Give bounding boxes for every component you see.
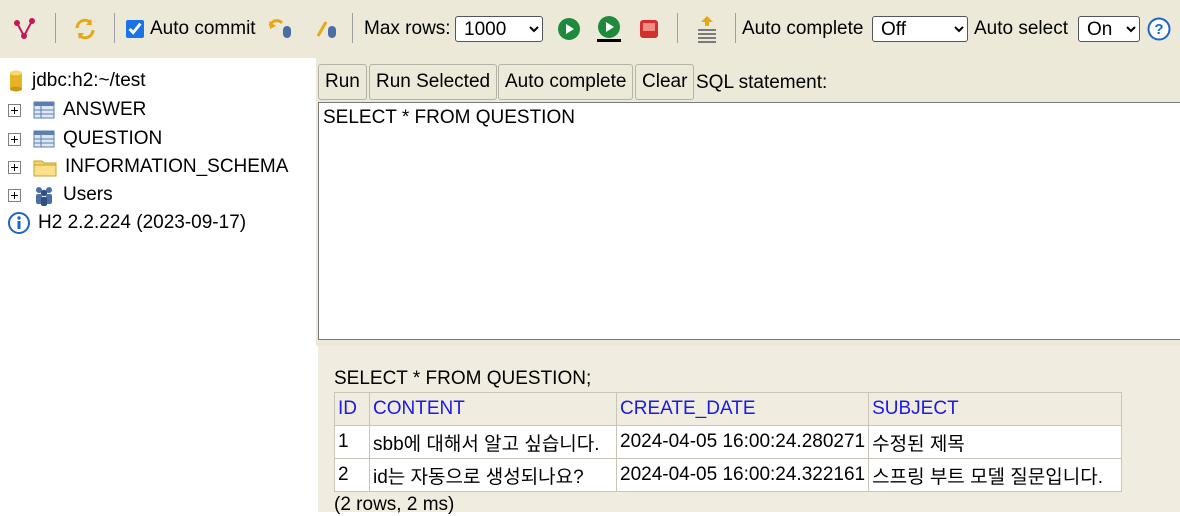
toolbar-separator [677, 13, 678, 43]
auto-complete-select[interactable]: Off [872, 16, 968, 42]
clear-button[interactable]: Clear [635, 64, 695, 100]
rollback-icon[interactable] [266, 0, 294, 58]
database-icon [8, 69, 24, 93]
toolbar: Auto commit Max rows: 1000 Auto complete… [0, 0, 1180, 58]
cell-subject: 수정된 제목 [868, 425, 1123, 459]
cell-create-date: 2024-04-05 16:00:24.322161 [615, 458, 870, 492]
column-header-id[interactable]: ID [334, 392, 370, 426]
expand-icon[interactable] [8, 132, 21, 146]
cell-content: id는 자동으로 생성되나요? [369, 458, 617, 492]
max-rows-select[interactable]: 1000 [455, 16, 543, 42]
commit-icon[interactable] [314, 0, 340, 58]
cell-id: 2 [334, 458, 370, 492]
tree-version: H2 2.2.224 (2023-09-17) [8, 210, 246, 236]
column-header-subject[interactable]: SUBJECT [868, 392, 1123, 426]
connection-label: jdbc:h2:~/test [32, 70, 146, 91]
tree-item-label: QUESTION [63, 128, 163, 149]
toolbar-separator [352, 13, 353, 43]
tree-item-answer[interactable]: ANSWER [8, 97, 146, 123]
table-icon [33, 130, 55, 148]
run-button[interactable]: Run [318, 64, 367, 100]
tree-connection[interactable]: jdbc:h2:~/test [8, 68, 146, 94]
version-label: H2 2.2.224 (2023-09-17) [38, 212, 247, 233]
tree-item-label: ANSWER [63, 99, 147, 120]
auto-select-select[interactable]: On [1078, 16, 1140, 42]
cell-create-date: 2024-04-05 16:00:24.280271 [615, 425, 870, 459]
disconnect-icon[interactable] [12, 0, 38, 58]
run-icon[interactable] [557, 0, 581, 58]
run-selected-icon[interactable] [595, 0, 623, 58]
result-table: ID CONTENT CREATE_DATE SUBJECT 1 sbb에 대해… [334, 392, 1123, 492]
stop-icon[interactable] [638, 0, 660, 58]
tree-item-users[interactable]: Users [8, 182, 113, 208]
refresh-icon[interactable] [72, 0, 98, 58]
column-header-content[interactable]: CONTENT [369, 392, 617, 426]
auto-commit-toggle[interactable]: Auto commit [126, 0, 256, 58]
info-icon [8, 212, 30, 234]
sql-editor[interactable]: SELECT * FROM QUESTION [318, 102, 1180, 340]
table-icon [33, 101, 55, 119]
tree-item-question[interactable]: QUESTION [8, 126, 162, 152]
result-statement: SELECT * FROM QUESTION; [334, 368, 592, 389]
table-row: 1 sbb에 대해서 알고 싶습니다. 2024-04-05 16:00:24.… [334, 425, 1123, 459]
auto-complete-label: Auto complete [742, 18, 864, 39]
help-icon[interactable]: ? [1147, 0, 1171, 58]
cell-content: sbb에 대해서 알고 싶습니다. [369, 425, 617, 459]
users-icon [33, 184, 55, 206]
schema-tree: jdbc:h2:~/test ANSWER QUESTION INFORMATI… [0, 58, 316, 512]
toolbar-separator [55, 13, 56, 43]
cell-subject: 스프링 부트 모델 질문입니다. [868, 458, 1123, 492]
column-header-create-date[interactable]: CREATE_DATE [615, 392, 870, 426]
auto-select-label: Auto select [974, 18, 1068, 39]
toolbar-separator [114, 13, 115, 43]
toolbar-separator [735, 13, 736, 43]
auto-complete-button[interactable]: Auto complete [498, 64, 634, 100]
auto-commit-checkbox[interactable] [126, 20, 144, 38]
history-icon[interactable] [694, 0, 720, 58]
auto-commit-label: Auto commit [150, 18, 256, 39]
run-selected-button[interactable]: Run Selected [369, 64, 498, 100]
folder-icon [33, 157, 57, 177]
table-row: 2 id는 자동으로 생성되나요? 2024-04-05 16:00:24.32… [334, 458, 1123, 492]
tree-item-label: INFORMATION_SCHEMA [65, 156, 289, 177]
result-footer: (2 rows, 2 ms) [334, 494, 455, 515]
expand-icon[interactable] [8, 188, 21, 202]
cell-id: 1 [334, 425, 370, 459]
svg-text:?: ? [1154, 21, 1163, 38]
sql-statement-label: SQL statement: [696, 72, 828, 93]
tree-item-information-schema[interactable]: INFORMATION_SCHEMA [8, 154, 288, 180]
expand-icon[interactable] [8, 160, 21, 174]
query-panel: Run Run Selected Auto complete Clear SQL… [316, 58, 1180, 346]
expand-icon[interactable] [8, 103, 21, 117]
max-rows-label: Max rows: [364, 18, 451, 39]
tree-item-label: Users [63, 184, 113, 205]
table-header-row: ID CONTENT CREATE_DATE SUBJECT [334, 392, 1123, 426]
results-panel: SELECT * FROM QUESTION; ID CONTENT CREAT… [318, 346, 1180, 515]
